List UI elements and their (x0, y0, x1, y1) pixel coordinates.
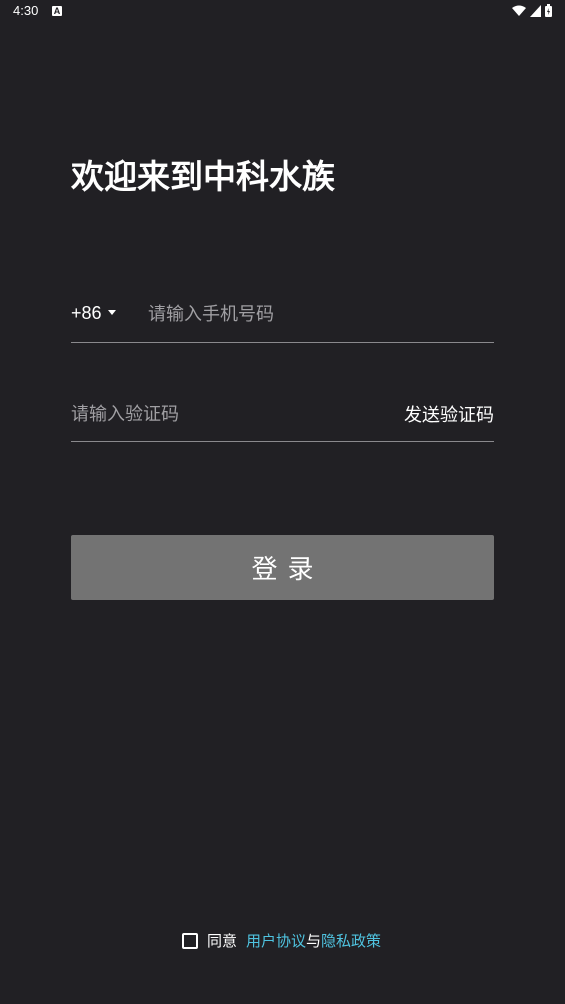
caret-down-icon (107, 310, 116, 315)
wifi-icon (512, 5, 526, 17)
phone-field-row: +86 (71, 290, 494, 343)
battery-icon (545, 4, 552, 17)
login-button[interactable]: 登录 (71, 535, 494, 600)
a-notification-icon: A (52, 6, 62, 16)
privacy-policy-link[interactable]: 隐私政策 (321, 930, 381, 951)
agree-label: 同意 (207, 932, 238, 950)
status-icons (512, 4, 552, 17)
agreement-row: 同意 用户协议 与 隐私政策 (182, 930, 381, 951)
verification-code-input[interactable] (71, 401, 371, 427)
status-time: 4:30 (13, 3, 39, 18)
country-code-label: +86 (71, 303, 102, 323)
status-bar: 4:30 A (0, 0, 565, 24)
code-field-row: 发送验证码 (71, 390, 494, 442)
and-label: 与 (306, 932, 322, 950)
signal-icon (530, 4, 541, 17)
welcome-title: 欢迎来到中科水族 (71, 157, 335, 196)
phone-input[interactable] (148, 301, 478, 327)
user-agreement-link[interactable]: 用户协议 (246, 930, 306, 951)
send-code-button[interactable]: 发送验证码 (404, 401, 494, 427)
agree-checkbox[interactable] (182, 932, 198, 949)
country-code-selector[interactable]: +86 (71, 303, 116, 324)
